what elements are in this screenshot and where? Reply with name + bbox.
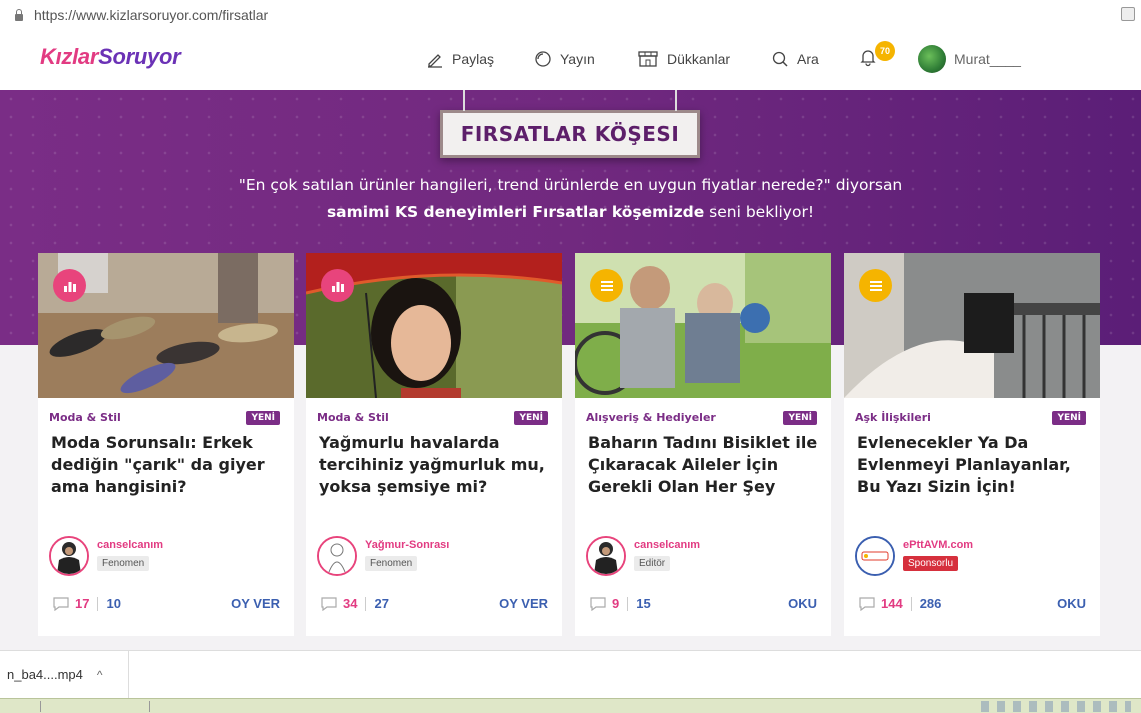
author-avatar[interactable]	[317, 536, 357, 576]
vote-count: 15	[636, 596, 651, 611]
vote-button[interactable]: OY VER	[231, 596, 280, 611]
author-name[interactable]: ePttAVM.com	[903, 539, 973, 551]
card-stats: 34 27	[321, 596, 389, 611]
site-logo[interactable]: KızlarSoruyor	[40, 44, 181, 70]
hero-sign: FIRSATLAR KÖŞESI	[440, 90, 700, 158]
comment-icon	[859, 596, 875, 611]
vote-count: 10	[106, 596, 121, 611]
card-category[interactable]: Moda & Stil	[317, 411, 389, 424]
article-card[interactable]: Moda & Stil YENİ Moda Sorunsalı: Erkek d…	[38, 253, 294, 636]
nav-broadcast-label: Yayın	[560, 51, 595, 67]
comment-icon	[590, 596, 606, 611]
taskbar-item[interactable]	[40, 701, 150, 712]
vote-count: 27	[374, 596, 389, 611]
nav-shops[interactable]: Dükkanlar	[637, 50, 730, 68]
comment-count: 144	[881, 596, 903, 611]
card-category[interactable]: Aşk İlişkileri	[855, 411, 931, 424]
comment-count: 34	[343, 596, 358, 611]
list-icon	[859, 269, 892, 302]
chevron-up-icon[interactable]: ^	[97, 668, 103, 682]
author-avatar[interactable]	[49, 536, 89, 576]
author-role-badge: Editör	[634, 556, 671, 571]
nav-shops-label: Dükkanlar	[667, 51, 731, 67]
stats-divider	[365, 596, 367, 611]
card-title[interactable]: Moda Sorunsalı: Erkek dediğin "çarık" da…	[51, 432, 286, 498]
pencil-icon	[428, 54, 442, 68]
author-name[interactable]: canselcanım	[634, 539, 700, 551]
poll-icon	[321, 269, 354, 302]
nav-broadcast[interactable]: Yayın	[534, 50, 595, 68]
search-icon	[772, 51, 788, 67]
nav-search-label: Ara	[797, 51, 819, 67]
article-card[interactable]: Aşk İlişkileri YENİ Evlenecekler Ya Da E…	[844, 253, 1100, 636]
vote-count: 286	[919, 596, 942, 611]
sponsored-badge: Sponsorlu	[903, 556, 959, 571]
card-category[interactable]: Alışveriş & Hediyeler	[586, 411, 716, 424]
user-avatar	[918, 45, 946, 73]
author-name[interactable]: Yağmur-Sonrası	[365, 539, 449, 551]
hero-subtitle-line2: samimi KS deneyimleri Fırsatlar köşemizd…	[326, 203, 815, 221]
download-filename: n_ba4....mp4	[7, 667, 83, 682]
poll-icon	[53, 269, 86, 302]
article-card[interactable]: Moda & Stil YENİ Yağmurlu havalarda terc…	[306, 253, 562, 636]
download-item[interactable]: n_ba4....mp4 ^	[7, 667, 103, 682]
nav-search[interactable]: Ara	[771, 50, 819, 68]
downloads-divider	[128, 651, 129, 699]
new-badge: YENİ	[1052, 411, 1086, 425]
card-image-bicycle[interactable]	[575, 253, 831, 398]
card-stats: 9 15	[590, 596, 651, 611]
card-title[interactable]: Yağmurlu havalarda tercihiniz yağmurluk …	[319, 432, 554, 498]
author-avatar[interactable]	[586, 536, 626, 576]
stats-divider	[627, 596, 629, 611]
card-stats: 17 10	[53, 596, 121, 611]
extension-icon[interactable]	[1121, 7, 1135, 21]
read-button[interactable]: OKU	[1057, 596, 1086, 611]
vote-button[interactable]: OY VER	[499, 596, 548, 611]
author-role-badge: Fenomen	[365, 556, 418, 571]
card-title[interactable]: Evlenecekler Ya Da Evlenmeyi Planlayanla…	[857, 432, 1092, 498]
broadcast-icon	[535, 51, 551, 67]
notification-count-badge: 70	[875, 41, 895, 61]
card-image-shoes[interactable]	[38, 253, 294, 398]
new-badge: YENİ	[783, 411, 817, 425]
card-stats: 144 286	[859, 596, 941, 611]
comment-count: 9	[612, 596, 620, 611]
card-image-wedding[interactable]	[844, 253, 1100, 398]
hero-subtitle-line1: "En çok satılan ürünler hangileri, trend…	[238, 176, 903, 194]
lock-icon	[14, 9, 24, 21]
nav-share[interactable]: Paylaş	[426, 50, 494, 68]
author-name[interactable]: canselcanım	[97, 539, 163, 551]
comment-icon	[321, 596, 337, 611]
new-badge: YENİ	[514, 411, 548, 425]
address-bar[interactable]: https://www.kizlarsoruyor.com/firsatlar	[0, 0, 1141, 30]
list-icon	[590, 269, 623, 302]
new-badge: YENİ	[246, 411, 280, 425]
comment-count: 17	[75, 596, 90, 611]
sponsor-logo[interactable]	[855, 536, 895, 576]
article-card[interactable]: Alışveriş & Hediyeler YENİ Baharın Tadın…	[575, 253, 831, 636]
stats-divider	[97, 596, 99, 611]
nav-share-label: Paylaş	[452, 51, 495, 67]
shop-icon	[638, 51, 658, 67]
stats-divider	[910, 596, 912, 611]
card-category[interactable]: Moda & Stil	[49, 411, 121, 424]
site-header: KızlarSoruyor Paylaş Yayın Dükkanlar Ara…	[0, 30, 1141, 90]
card-image-umbrella[interactable]	[306, 253, 562, 398]
url-text[interactable]: https://www.kizlarsoruyor.com/firsatlar	[34, 7, 268, 23]
user-menu[interactable]: Murat____	[918, 45, 1021, 73]
read-button[interactable]: OKU	[788, 596, 817, 611]
os-taskbar	[0, 698, 1141, 713]
card-title[interactable]: Baharın Tadını Bisiklet ile Çıkaracak Ai…	[588, 432, 823, 498]
notifications-button[interactable]: 70	[858, 41, 895, 71]
downloads-bar: n_ba4....mp4 ^	[0, 650, 1141, 699]
username: Murat____	[954, 51, 1021, 67]
system-tray[interactable]	[981, 701, 1131, 712]
author-role-badge: Fenomen	[97, 556, 150, 571]
comment-icon	[53, 596, 69, 611]
